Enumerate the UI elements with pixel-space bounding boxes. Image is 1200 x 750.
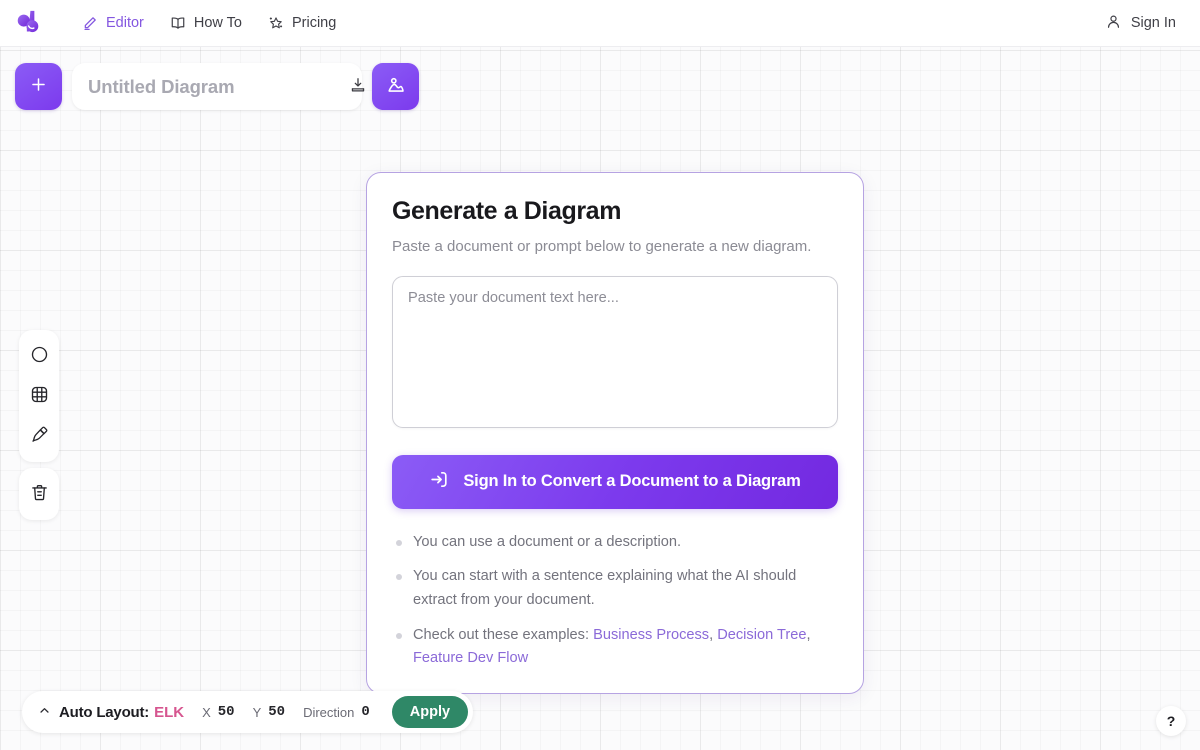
help-button[interactable]: ?: [1156, 706, 1186, 736]
app-root: Editor How To Pricing Sign In Untitled D…: [0, 0, 1200, 750]
tool-group-shapes: [19, 330, 59, 462]
layout-x-value[interactable]: 50: [218, 704, 235, 720]
diagramly-logo-icon: [17, 10, 39, 33]
tool-rail: [19, 330, 59, 520]
layout-direction-field: Direction 0: [303, 704, 370, 720]
circle-icon: [29, 344, 50, 368]
example-link-feature-dev-flow[interactable]: Feature Dev Flow: [413, 650, 528, 666]
diagram-title-input[interactable]: [72, 75, 344, 98]
layout-y-label: Y: [252, 704, 262, 720]
generate-diagram-card: Generate a Diagram Paste a document or p…: [366, 172, 864, 694]
nav-item-editor-label: Editor: [106, 14, 144, 31]
layout-direction-value[interactable]: 0: [361, 704, 369, 720]
examples-separator: ,: [709, 626, 714, 643]
layout-x-field: X 50: [202, 704, 234, 720]
sparkle-star-icon: [268, 15, 284, 31]
hint-item-examples: Check out these examples: Business Proce…: [392, 624, 838, 671]
document-toolbar: [15, 63, 419, 110]
diagram-title-bar: [72, 63, 393, 110]
nav-item-how-to[interactable]: How To: [170, 15, 242, 31]
hint-item: You can start with a sentence explaining…: [392, 565, 838, 612]
hint-item: You can use a document or a description.: [392, 531, 838, 555]
tool-group-delete: [19, 468, 59, 520]
sign-in-button[interactable]: Sign In: [1105, 13, 1176, 34]
book-icon: [170, 15, 186, 31]
example-link-business-process[interactable]: Business Process: [593, 627, 709, 643]
nav-item-pricing[interactable]: Pricing: [268, 15, 336, 31]
auto-layout-label: Auto Layout:: [59, 703, 150, 721]
sign-in-arrow-icon: [429, 469, 450, 495]
apply-layout-button[interactable]: Apply: [391, 696, 469, 728]
layout-y-value[interactable]: 50: [268, 704, 285, 720]
generate-card-subtitle: Paste a document or prompt below to gene…: [392, 238, 812, 255]
delete-tool[interactable]: [19, 474, 59, 514]
new-diagram-button[interactable]: [15, 63, 62, 110]
auto-layout-engine-value[interactable]: ELK: [154, 704, 184, 721]
convert-document-button[interactable]: Sign In to Convert a Document to a Diagr…: [392, 454, 838, 509]
top-navigation-bar: Editor How To Pricing Sign In: [0, 0, 1200, 47]
paint-tool[interactable]: [19, 416, 59, 456]
paint-brush-icon: [29, 424, 50, 448]
chevron-up-icon[interactable]: [38, 704, 51, 719]
grid-tool[interactable]: [19, 376, 59, 416]
download-icon: [349, 76, 367, 97]
grid-icon: [29, 384, 50, 408]
download-diagram-button[interactable]: [344, 73, 372, 101]
shape-circle-tool[interactable]: [19, 336, 59, 376]
layout-direction-label: Direction: [303, 704, 355, 720]
main-nav: Editor How To Pricing: [82, 15, 336, 31]
examples-prefix-label: Check out these examples:: [413, 626, 590, 643]
auto-layout-bar: Auto Layout: ELK X 50 Y 50 Direction 0 A…: [22, 691, 474, 733]
user-icon: [1105, 13, 1122, 34]
generate-card-title: Generate a Diagram: [392, 197, 622, 225]
nav-item-editor[interactable]: Editor: [82, 15, 144, 31]
pencil-icon: [82, 15, 98, 31]
app-logo[interactable]: [0, 8, 58, 38]
hint-list: You can use a document or a description.…: [392, 531, 838, 671]
examples-separator: ,: [806, 626, 811, 643]
convert-document-label: Sign In to Convert a Document to a Diagr…: [463, 472, 801, 491]
layout-x-label: X: [202, 704, 211, 720]
trash-icon: [29, 482, 50, 506]
nav-item-pricing-label: Pricing: [291, 14, 337, 31]
image-icon: [385, 74, 407, 99]
layout-y-field: Y 50: [253, 704, 285, 720]
plus-icon: [29, 74, 48, 100]
example-link-decision-tree[interactable]: Decision Tree: [717, 627, 806, 643]
sign-in-label: Sign In: [1130, 15, 1176, 31]
document-text-input[interactable]: [392, 275, 838, 428]
nav-item-how-to-label: How To: [193, 14, 242, 31]
export-image-button[interactable]: [372, 63, 419, 110]
